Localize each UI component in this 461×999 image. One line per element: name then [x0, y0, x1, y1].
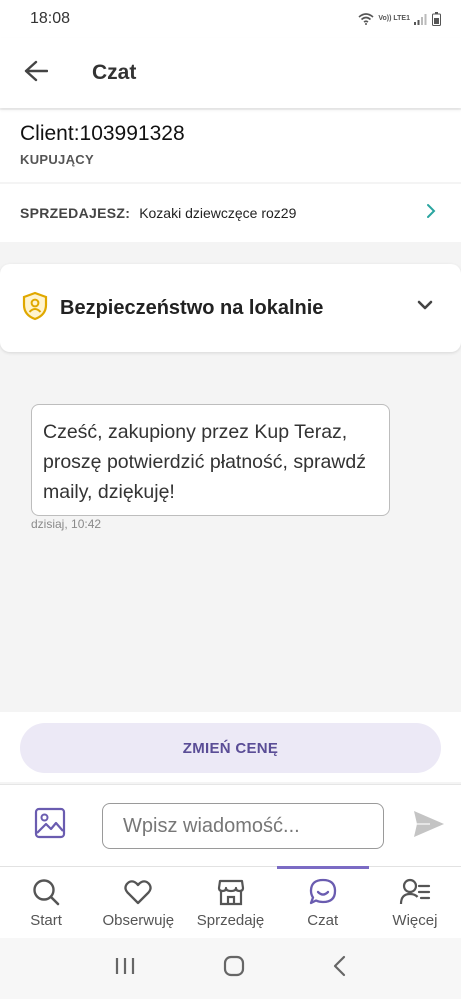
nav-item-start[interactable]: Start	[0, 867, 92, 938]
wifi-icon	[358, 13, 374, 25]
back-button[interactable]	[0, 38, 72, 108]
arrow-left-icon	[24, 60, 49, 87]
store-icon	[216, 877, 246, 907]
client-card: Client:103991328 KUPUJĄCY	[0, 110, 461, 182]
client-role: KUPUJĄCY	[20, 152, 94, 167]
nav-label: Czat	[307, 912, 339, 929]
safety-section[interactable]: Bezpieczeństwo na lokalnie	[0, 264, 461, 352]
shield-user-icon	[22, 291, 48, 326]
nav-label: Sprzedaję	[196, 912, 265, 929]
signal-icon	[414, 13, 428, 25]
status-icons: Vo)) LTE1	[358, 12, 441, 26]
heart-icon	[123, 877, 153, 907]
send-icon[interactable]	[412, 809, 446, 844]
nav-item-wiecej[interactable]: Więcej	[369, 867, 461, 938]
message-input[interactable]	[102, 803, 384, 849]
system-navigation-bar	[0, 938, 461, 999]
nav-item-sprzedaje[interactable]: Sprzedaję	[184, 867, 276, 938]
active-tab-indicator	[276, 866, 369, 869]
message-bubble: Cześć, zakupiony przez Kup Teraz, proszę…	[31, 404, 390, 516]
price-action-area: ZMIEŃ CENĘ	[0, 712, 461, 782]
image-attach-icon[interactable]	[34, 807, 66, 844]
nav-item-obserwuje[interactable]: Obserwuję	[92, 867, 184, 938]
network-label: Vo)) LTE1	[378, 15, 410, 22]
user-more-icon	[399, 877, 431, 907]
chat-icon	[308, 877, 338, 907]
nav-label: Więcej	[392, 912, 438, 929]
client-name: Client:103991328	[20, 122, 185, 145]
change-price-button[interactable]: ZMIEŃ CENĘ	[20, 723, 441, 773]
safety-title: Bezpieczeństwo na lokalnie	[60, 296, 324, 319]
app-bar: Czat	[0, 38, 461, 108]
nav-label: Obserwuję	[102, 912, 175, 929]
chevron-down-icon[interactable]	[417, 298, 433, 316]
search-icon	[31, 877, 61, 907]
nav-label: Start	[30, 912, 62, 929]
bottom-navigation: Start Obserwuję Sprzedaję Czat Więcej	[0, 866, 461, 938]
status-bar: 18:08 Vo)) LTE1	[0, 0, 461, 38]
battery-icon	[432, 12, 441, 26]
chevron-right-icon	[425, 202, 437, 225]
message-timestamp: dzisiaj, 10:42	[31, 517, 102, 531]
seller-label: SPRZEDAJESZ:	[20, 205, 131, 221]
status-time: 18:08	[30, 10, 71, 27]
nav-item-czat[interactable]: Czat	[276, 866, 369, 938]
message-composer	[0, 784, 461, 866]
recent-apps-icon[interactable]	[114, 956, 136, 981]
back-nav-icon[interactable]	[332, 955, 348, 982]
home-icon[interactable]	[223, 955, 245, 982]
seller-item-row[interactable]: SPRZEDAJESZ: Kozaki dziewczęce roz29	[0, 184, 461, 242]
seller-item-title: Kozaki dziewczęce roz29	[139, 205, 297, 221]
page-title: Czat	[92, 61, 137, 84]
